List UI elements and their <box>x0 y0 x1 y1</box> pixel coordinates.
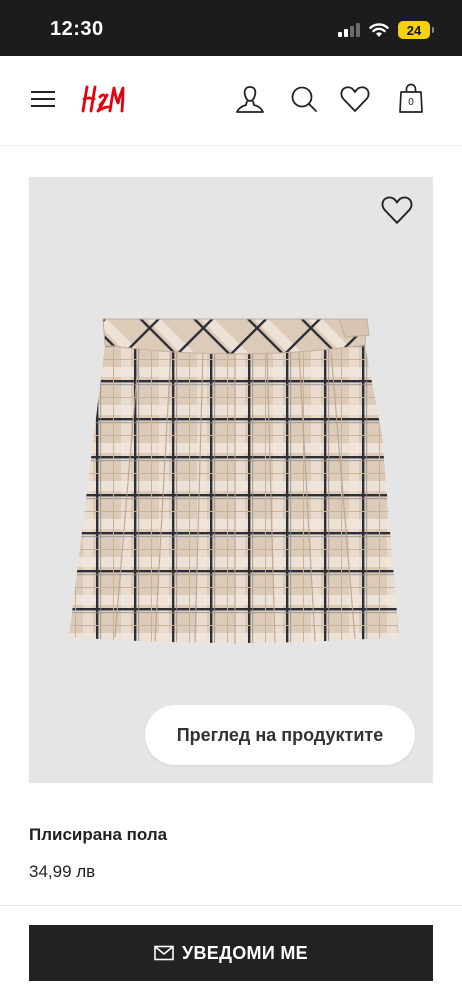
status-bar: 12:30 24 <box>0 0 462 56</box>
product-price: 34,99 лв <box>29 862 96 881</box>
product-photo-skirt <box>69 318 399 644</box>
product-overview-button[interactable]: Преглед на продуктите <box>145 705 415 765</box>
product-name: Плисирана пола <box>29 825 168 844</box>
hm-logo[interactable] <box>80 82 126 116</box>
heart-icon <box>381 196 413 224</box>
notify-me-label: УВЕДОМИ МЕ <box>182 942 308 963</box>
wishlist-button[interactable] <box>381 195 415 227</box>
account-button[interactable] <box>234 82 266 116</box>
bottom-action-bar: УВЕДОМИ МЕ <box>0 905 462 999</box>
menu-icon <box>31 91 55 107</box>
battery-indicator: 24 <box>398 21 434 39</box>
menu-button[interactable] <box>29 86 57 112</box>
status-icons: 24 <box>338 21 434 39</box>
notify-me-button[interactable]: УВЕДОМИ МЕ <box>29 925 433 981</box>
heart-icon <box>340 86 370 112</box>
site-header: 0 <box>0 56 462 146</box>
search-button[interactable] <box>288 82 320 116</box>
favorites-button[interactable] <box>339 82 371 116</box>
account-icon <box>236 86 264 113</box>
product-image[interactable]: Преглед на продуктите <box>29 177 433 783</box>
battery-level: 24 <box>406 22 422 38</box>
wifi-icon <box>369 22 389 37</box>
bag-button[interactable]: 0 <box>397 80 425 116</box>
mail-icon <box>154 945 174 961</box>
bag-count: 0 <box>408 97 414 108</box>
status-time: 12:30 <box>50 18 104 40</box>
product-overview-label: Преглед на продуктите <box>176 724 384 745</box>
hm-logo-mark <box>81 85 125 113</box>
search-icon <box>291 86 317 112</box>
signal-icon <box>338 23 360 37</box>
